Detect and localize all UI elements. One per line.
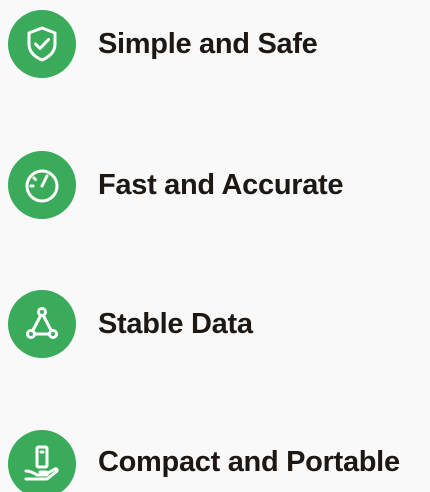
feature-label: Simple and Safe <box>98 27 318 60</box>
feature-label: Compact and Portable <box>98 445 400 478</box>
feature-label: Stable Data <box>98 307 253 340</box>
feature-stable-data: Stable Data <box>8 290 430 358</box>
hand-device-icon <box>8 430 76 492</box>
feature-simple-and-safe: Simple and Safe <box>8 10 430 78</box>
shield-check-icon <box>8 10 76 78</box>
gauge-icon <box>8 151 76 219</box>
triangle-nodes-icon <box>8 290 76 358</box>
feature-compact-and-portable: Compact and Portable <box>8 430 430 492</box>
feature-label: Fast and Accurate <box>98 168 344 201</box>
feature-fast-and-accurate: Fast and Accurate <box>8 151 430 219</box>
